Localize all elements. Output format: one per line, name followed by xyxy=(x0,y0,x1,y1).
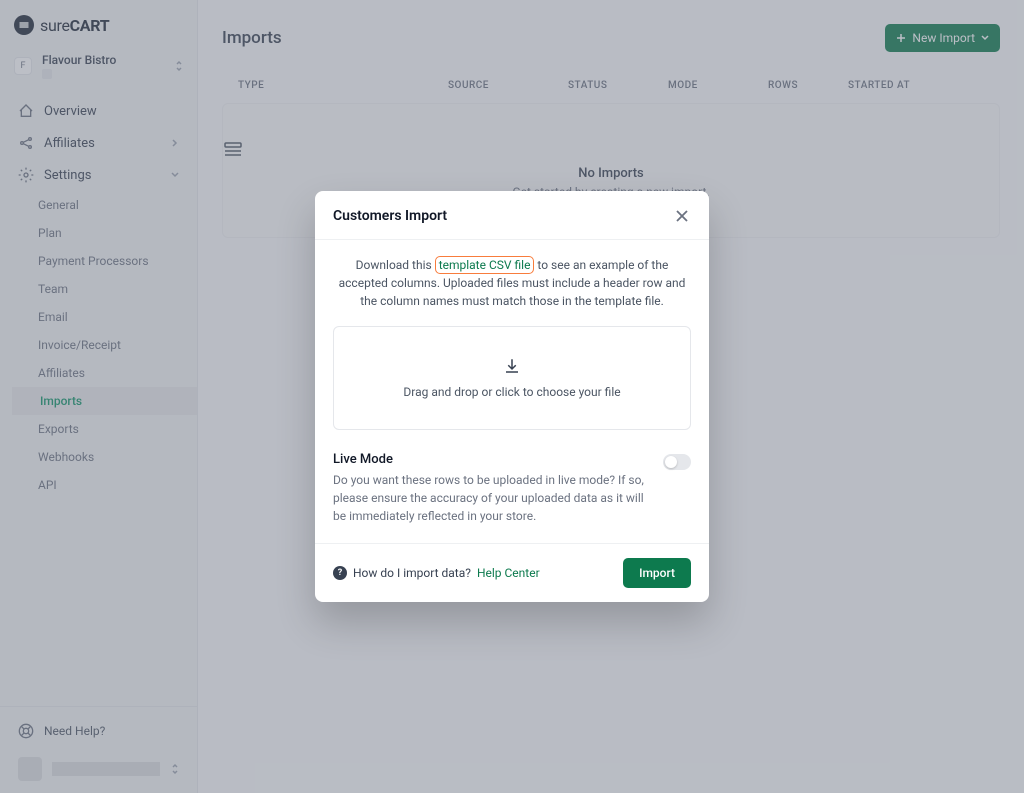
import-help: ? How do I import data? Help Center xyxy=(333,566,540,580)
file-dropzone[interactable]: Drag and drop or click to choose your fi… xyxy=(333,326,691,430)
question-icon: ? xyxy=(333,566,347,580)
dropzone-text: Drag and drop or click to choose your fi… xyxy=(344,385,680,399)
live-mode-toggle[interactable] xyxy=(663,454,691,470)
modal-body: Download this template CSV file to see a… xyxy=(315,240,709,448)
modal-header: Customers Import xyxy=(315,191,709,240)
help-question: How do I import data? xyxy=(353,566,471,580)
live-mode-desc: Do you want these rows to be uploaded in… xyxy=(333,471,653,525)
import-button[interactable]: Import xyxy=(623,558,691,588)
modal-overlay[interactable]: Customers Import Download this template … xyxy=(0,0,1024,793)
modal-description: Download this template CSV file to see a… xyxy=(333,256,691,310)
modal-footer: ? How do I import data? Help Center Impo… xyxy=(315,543,709,602)
live-mode-title: Live Mode xyxy=(333,452,653,467)
live-mode-section: Live Mode Do you want these rows to be u… xyxy=(315,448,709,543)
help-center-link[interactable]: Help Center xyxy=(477,566,540,580)
template-csv-link[interactable]: template CSV file xyxy=(435,256,535,274)
modal-title: Customers Import xyxy=(333,208,447,224)
close-icon[interactable] xyxy=(673,207,691,225)
import-modal: Customers Import Download this template … xyxy=(315,191,709,602)
desc-text-1: Download this xyxy=(356,258,435,272)
download-icon xyxy=(344,357,680,375)
